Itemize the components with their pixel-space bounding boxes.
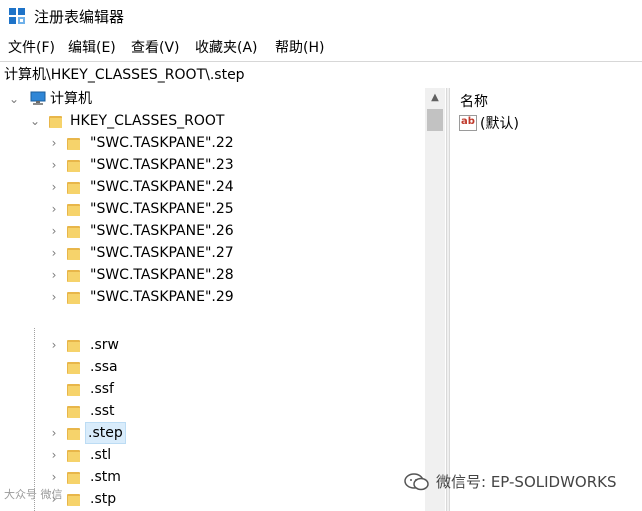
menu-edit[interactable]: 编辑(E) (68, 39, 116, 57)
menu-help[interactable]: 帮助(H) (275, 39, 324, 57)
tree-label: "SWC.TASKPANE".27 (90, 245, 234, 261)
folder-icon (67, 180, 80, 194)
tree-node-key[interactable]: › .stl (0, 444, 420, 466)
tree-node-key[interactable]: › .srw (0, 334, 420, 356)
chevron-right-icon[interactable]: › (48, 176, 60, 198)
chevron-down-icon[interactable]: ⌄ (29, 110, 41, 132)
tree-node-key[interactable]: › "SWC.TASKPANE".26 (0, 220, 420, 242)
folder-icon (67, 158, 80, 172)
folder-icon (67, 268, 80, 282)
regedit-app-icon (9, 8, 25, 24)
folder-icon (67, 290, 80, 304)
column-header-name[interactable]: 名称 (460, 92, 488, 112)
tree-node-key[interactable]: › "SWC.TASKPANE".27 (0, 242, 420, 264)
tree-label: .stl (90, 447, 112, 463)
menu-bar: 文件(F) 编辑(E) 查看(V) 收藏夹(A) 帮助(H) (0, 36, 642, 60)
folder-icon (67, 448, 80, 462)
chevron-right-icon[interactable]: › (48, 264, 60, 286)
folder-icon (67, 360, 80, 374)
chevron-right-icon[interactable]: › (48, 422, 60, 444)
tree-node-key[interactable]: › "SWC.TASKPANE".23 (0, 154, 420, 176)
tree-label: "SWC.TASKPANE".29 (90, 289, 234, 305)
folder-icon (67, 246, 80, 260)
folder-icon (67, 470, 80, 484)
tree-label: "SWC.TASKPANE".25 (90, 201, 234, 217)
tree-node-key[interactable]: › "SWC.TASKPANE".24 (0, 176, 420, 198)
folder-icon (67, 338, 80, 352)
vertical-scrollbar[interactable]: ▲ (425, 88, 445, 511)
menu-view[interactable]: 查看(V) (131, 39, 180, 57)
folder-icon (67, 492, 80, 506)
menu-file[interactable]: 文件(F) (8, 39, 55, 57)
wechat-icon (404, 473, 429, 491)
scrollbar-thumb[interactable] (427, 109, 443, 131)
chevron-right-icon[interactable]: › (48, 220, 60, 242)
computer-icon (30, 91, 46, 105)
chevron-right-icon[interactable]: › (48, 286, 60, 308)
tree-node-key[interactable]: .ssa (0, 356, 420, 378)
folder-icon (49, 114, 62, 128)
menu-favorites[interactable]: 收藏夹(A) (195, 39, 258, 57)
tree-label: "SWC.TASKPANE".28 (90, 267, 234, 283)
scroll-up-icon[interactable]: ▲ (425, 88, 445, 108)
folder-icon (67, 202, 80, 216)
tree-label: .sst (90, 403, 115, 419)
tree-node-key[interactable]: › .stp (0, 488, 420, 510)
window-title: 注册表编辑器 (34, 8, 125, 26)
tree-node-key[interactable]: › .stm (0, 466, 420, 488)
tree-label: "SWC.TASKPANE".24 (90, 179, 234, 195)
tree-label: .ssf (90, 381, 114, 397)
tree-node-key[interactable]: › "SWC.TASKPANE".22 (0, 132, 420, 154)
tree-label: .step (85, 422, 126, 444)
folder-icon (67, 224, 80, 238)
tree-node-key[interactable]: .sst (0, 400, 420, 422)
tree-label: "SWC.TASKPANE".26 (90, 223, 234, 239)
values-pane[interactable]: 名称 ab (默认) (450, 88, 642, 511)
folder-icon (67, 404, 80, 418)
chevron-right-icon[interactable]: › (48, 242, 60, 264)
chevron-right-icon[interactable]: › (48, 466, 60, 488)
chevron-down-icon[interactable]: ⌄ (8, 88, 20, 110)
ab-string-value-icon: ab (459, 115, 477, 131)
tree-node-hive[interactable]: ⌄ HKEY_CLASSES_ROOT (0, 110, 420, 132)
value-default[interactable]: (默认) (480, 114, 519, 134)
tree-node-key[interactable]: › "SWC.TASKPANE".29 (0, 286, 420, 308)
tree-node-selected[interactable]: › .step (0, 422, 420, 444)
tree-label: .stp (90, 491, 117, 507)
watermark-text: 微信号: EP-SOLIDWORKS (436, 473, 617, 491)
chevron-right-icon[interactable]: › (48, 132, 60, 154)
chevron-right-icon[interactable]: › (48, 334, 60, 356)
folder-icon (67, 136, 80, 150)
tree-label: 计算机 (50, 91, 92, 107)
chevron-right-icon[interactable]: › (48, 444, 60, 466)
folder-icon (67, 426, 80, 440)
tree-node-key[interactable]: › "SWC.TASKPANE".28 (0, 264, 420, 286)
tree-node-key[interactable]: › "SWC.TASKPANE".25 (0, 198, 420, 220)
tree-node-key[interactable]: .ssf (0, 378, 420, 400)
title-bar: 注册表编辑器 (0, 0, 642, 34)
tree-label: .srw (90, 337, 119, 353)
tree-label: .stm (90, 469, 121, 485)
tree-label: .ssa (90, 359, 118, 375)
folder-icon (67, 382, 80, 396)
address-bar[interactable]: 计算机\HKEY_CLASSES_ROOT\.step (0, 61, 642, 89)
chevron-right-icon[interactable]: › (48, 154, 60, 176)
tree-label: HKEY_CLASSES_ROOT (70, 113, 225, 129)
address-path[interactable]: 计算机\HKEY_CLASSES_ROOT\.step (4, 66, 245, 84)
tree-label: "SWC.TASKPANE".23 (90, 157, 234, 173)
tree-node-computer[interactable]: ⌄ 计算机 (0, 88, 420, 110)
tree-label: "SWC.TASKPANE".22 (90, 135, 234, 151)
key-tree-pane[interactable]: ⌄ 计算机 ⌄ HKEY_CLASSES_ROOT › "SWC.TASKPAN… (0, 88, 446, 511)
corner-watermark: 大众号 微信 (4, 488, 63, 501)
chevron-right-icon[interactable]: › (48, 198, 60, 220)
